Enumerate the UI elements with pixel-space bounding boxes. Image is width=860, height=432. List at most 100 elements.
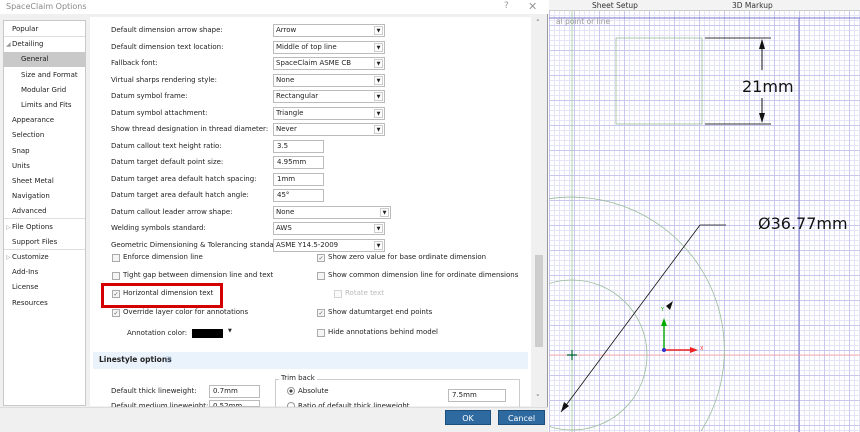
- dropdown-value: None: [276, 207, 295, 216]
- expand-icon[interactable]: ▷: [6, 220, 11, 235]
- scrollbar[interactable]: ˄ ˅: [533, 17, 545, 406]
- sidebar-item-detailing[interactable]: ◢ Detailing: [4, 37, 85, 52]
- chevron-down-icon[interactable]: ▼: [374, 59, 383, 68]
- sidebar-item-snap[interactable]: Snap: [4, 144, 85, 159]
- chevron-down-icon[interactable]: ▼: [374, 75, 383, 85]
- tab-sheet-setup[interactable]: Sheet Setup: [592, 1, 638, 10]
- chevron-down-icon[interactable]: ▼: [380, 207, 389, 217]
- expand-icon[interactable]: ▷: [6, 250, 11, 265]
- sidebar-item-label: Size and Format: [21, 70, 78, 79]
- chevron-down-icon[interactable]: ▼: [374, 26, 383, 35]
- linestyle-header: Linestyle options ⓘ: [93, 352, 528, 369]
- sidebar-item-modular-grid[interactable]: Modular Grid: [4, 83, 85, 98]
- setting-dropdown[interactable]: Triangle ▼: [273, 106, 385, 120]
- setting-input[interactable]: 45°: [273, 189, 324, 202]
- sidebar-item-label: Appearance: [12, 116, 55, 125]
- setting-input[interactable]: 3.5: [273, 139, 324, 153]
- help-button[interactable]: ?: [504, 1, 509, 11]
- chevron-down-icon[interactable]: ▼: [374, 92, 383, 101]
- medium-lineweight-input[interactable]: 0.52mm: [209, 400, 260, 407]
- checkbox[interactable]: [112, 254, 120, 262]
- setting-label: Datum callout text height ratio:: [111, 141, 222, 150]
- absolute-label: Absolute: [298, 387, 329, 395]
- sidebar-item-advanced[interactable]: Advanced: [4, 204, 85, 220]
- checkbox[interactable]: ✓: [112, 309, 120, 317]
- setting-dropdown[interactable]: Middle of top line ▼: [273, 40, 385, 54]
- sidebar-item-label: Modular Grid: [21, 85, 67, 94]
- setting-dropdown[interactable]: AWS ▼: [273, 222, 385, 235]
- dropdown-value: SpaceClaim ASME CB: [276, 59, 352, 67]
- setting-dropdown[interactable]: ASME Y14.5-2009 ▼: [273, 238, 385, 252]
- origin-point: [662, 348, 666, 352]
- sidebar-item-label: Selection: [12, 131, 45, 140]
- ok-button[interactable]: OK: [445, 410, 491, 425]
- chevron-down-icon[interactable]: ▼: [374, 240, 383, 250]
- dropdown-value: AWS: [276, 224, 292, 232]
- sidebar-item-add-ins[interactable]: Add-Ins: [4, 265, 85, 280]
- checkbox[interactable]: [112, 272, 120, 280]
- checkbox[interactable]: ✓: [317, 309, 325, 317]
- setting-input[interactable]: 1mm: [273, 172, 324, 186]
- scroll-down-icon[interactable]: ˅: [536, 394, 540, 402]
- sidebar-item-limits-and-fits[interactable]: Limits and Fits: [4, 98, 85, 113]
- sidebar-item-units[interactable]: Units: [4, 159, 85, 174]
- checkbox-label: Override layer color for annotations: [123, 308, 249, 316]
- sidebar-item-label: Navigation: [12, 192, 50, 201]
- close-button[interactable]: ✕: [528, 0, 537, 13]
- chevron-down-icon[interactable]: ▼: [374, 125, 383, 134]
- setting-dropdown[interactable]: Rectangular ▼: [273, 90, 385, 103]
- sidebar-item-file-options[interactable]: ▷ File Options: [4, 220, 85, 235]
- title-bar: SpaceClaim Options ? ✕: [0, 0, 548, 14]
- sidebar-item-size-and-format[interactable]: Size and Format: [4, 68, 85, 83]
- checkbox[interactable]: [334, 290, 342, 298]
- sidebar-item-support-files[interactable]: Support Files: [4, 235, 85, 250]
- info-icon[interactable]: ⓘ: [165, 355, 172, 365]
- setting-dropdown[interactable]: SpaceClaim ASME CB ▼: [273, 57, 385, 70]
- checkbox-label: Tight gap between dimension line and tex…: [123, 271, 274, 279]
- tab-3d-markup[interactable]: 3D Markup: [732, 1, 773, 10]
- dropdown-value: Arrow: [276, 26, 297, 34]
- sidebar-item-resources[interactable]: Resources: [4, 296, 85, 311]
- annotation-color-swatch[interactable]: [192, 329, 223, 338]
- setting-dropdown[interactable]: None ▼: [273, 205, 391, 219]
- sidebar-item-label: Popular: [12, 25, 39, 33]
- sidebar-item-general[interactable]: General: [4, 52, 85, 68]
- scroll-up-icon[interactable]: ˄: [536, 19, 540, 27]
- sidebar-item-label: Sheet Metal: [12, 177, 54, 185]
- trim-value-input[interactable]: 7.5mm: [448, 389, 506, 402]
- sidebar-item-label: Add-Ins: [12, 268, 39, 277]
- annotation-color-label: Annotation color:: [127, 329, 188, 337]
- setting-dropdown[interactable]: Arrow ▼: [273, 24, 385, 37]
- checkbox[interactable]: ✓: [317, 254, 325, 262]
- chevron-down-icon[interactable]: ▼: [374, 224, 383, 233]
- chevron-down-icon[interactable]: ▼: [374, 42, 383, 52]
- sidebar-item-popular[interactable]: Popular: [4, 22, 85, 37]
- chevron-down-icon[interactable]: ▼: [228, 328, 232, 334]
- setting-label: Fallback font:: [111, 59, 158, 67]
- sidebar-item-sheet-metal[interactable]: Sheet Metal: [4, 174, 85, 189]
- vertical-dimension[interactable]: 21mm: [742, 77, 794, 96]
- sidebar-item-navigation[interactable]: Navigation: [4, 189, 85, 204]
- diameter-leader: [560, 224, 701, 413]
- sidebar-item-appearance[interactable]: Appearance: [4, 113, 85, 128]
- setting-label: Datum target default point size:: [111, 158, 224, 166]
- sidebar-item-license[interactable]: License: [4, 280, 85, 295]
- dropdown-value: ASME Y14.5-2009: [276, 240, 339, 249]
- drawing-canvas[interactable]: al point or line 21mm Ø36.77mm Y X: [549, 0, 860, 432]
- cancel-button[interactable]: Cancel: [498, 410, 545, 425]
- setting-dropdown[interactable]: None ▼: [273, 73, 385, 87]
- diameter-dimension[interactable]: Ø36.77mm: [758, 214, 848, 233]
- checkbox[interactable]: [317, 272, 325, 280]
- chevron-down-icon[interactable]: ▼: [374, 108, 383, 118]
- checkbox[interactable]: [317, 329, 325, 337]
- thick-lineweight-input[interactable]: 0.7mm: [209, 385, 260, 398]
- absolute-radio[interactable]: [287, 387, 295, 395]
- sidebar-item-selection[interactable]: Selection: [4, 128, 85, 143]
- sidebar-item-customize[interactable]: ▷ Customize: [4, 250, 85, 265]
- setting-label: Geometric Dimensioning & Tolerancing sta…: [111, 240, 284, 249]
- checkbox-label: Show zero value for base ordinate dimens…: [328, 253, 487, 261]
- setting-dropdown[interactable]: Never ▼: [273, 123, 385, 136]
- expand-icon[interactable]: ◢: [6, 37, 11, 52]
- scrollbar-thumb[interactable]: [535, 255, 543, 347]
- setting-input[interactable]: 4.95mm: [273, 156, 324, 169]
